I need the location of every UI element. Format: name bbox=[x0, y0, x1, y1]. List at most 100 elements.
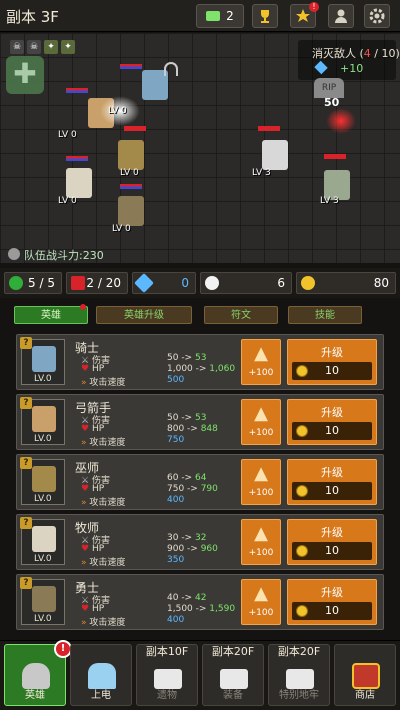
tab-hero-upgrade[interactable]: 英雄升级 bbox=[96, 306, 192, 324]
hero-level: LV.0 bbox=[34, 374, 52, 384]
upgrade-button[interactable]: 升级 10 bbox=[287, 459, 377, 505]
trophy-button[interactable] bbox=[252, 4, 278, 28]
speed-icon: » bbox=[81, 378, 87, 388]
profile-button[interactable] bbox=[328, 4, 354, 28]
gold-coin-icon bbox=[296, 485, 308, 497]
video-icon bbox=[206, 11, 221, 21]
upgrade-button[interactable]: 升级 10 bbox=[287, 399, 377, 445]
speed-stat: » 攻击速度 500 bbox=[81, 375, 231, 388]
upgrade-button[interactable]: 升级 10 bbox=[287, 579, 377, 625]
dpad-control[interactable]: ✚ bbox=[6, 56, 44, 94]
plus-label: +100 bbox=[248, 608, 274, 618]
upgrade-label: 升级 bbox=[321, 466, 343, 479]
hero-sprite bbox=[32, 406, 56, 432]
hp-bar bbox=[66, 88, 88, 93]
wing-buff-icon: ✦ bbox=[44, 40, 58, 54]
add-100-levels-button[interactable]: ▲ +100 bbox=[241, 399, 281, 445]
profile-icon bbox=[335, 9, 347, 23]
hp-bar bbox=[258, 126, 280, 131]
video-ad-button[interactable]: 2 bbox=[196, 4, 244, 28]
nav-shop[interactable]: 商店 bbox=[334, 644, 396, 706]
upgrade-label: 升级 bbox=[321, 586, 343, 599]
hero-portrait[interactable]: ? LV.0 bbox=[20, 517, 65, 565]
heart-icon: ♥ bbox=[81, 604, 90, 614]
unit-level: LV 0 bbox=[112, 224, 131, 234]
tab-heroes[interactable]: 英雄 bbox=[14, 306, 88, 324]
hero-portrait[interactable]: ? LV.0 bbox=[20, 397, 65, 445]
hero-card: ? LV.0 骑士 ⚔ 伤害 50 -> 53 ♥ HP 1,000 -> 1,… bbox=[16, 334, 384, 390]
heart-icon: ♥ bbox=[81, 544, 90, 554]
nav-label: 特别地牢 bbox=[279, 690, 319, 701]
stat-label: HP bbox=[91, 484, 105, 494]
add-100-levels-button[interactable]: ▲ +100 bbox=[241, 519, 281, 565]
speed-stat: » 攻击速度 350 bbox=[81, 555, 231, 568]
hero-portrait[interactable]: ? LV.0 bbox=[20, 577, 65, 625]
nav-label: 遗物 bbox=[157, 690, 177, 701]
stat-value: 30 -> bbox=[167, 533, 195, 543]
stat-next-value: 32 bbox=[194, 533, 207, 543]
hero-level: LV.0 bbox=[34, 434, 52, 444]
nav-label: 上电 bbox=[91, 690, 111, 701]
heart-icon: ♥ bbox=[81, 484, 90, 494]
wing-buff-icon: ✦ bbox=[61, 40, 75, 54]
help-icon[interactable]: ? bbox=[20, 457, 32, 469]
team-orb-icon bbox=[9, 276, 23, 290]
tab-runes[interactable]: 符文 bbox=[204, 306, 278, 324]
stat-value: 50 -> bbox=[167, 413, 195, 423]
help-icon[interactable]: ? bbox=[20, 577, 32, 589]
speed-icon: » bbox=[81, 618, 87, 628]
settings-button[interactable] bbox=[364, 4, 390, 28]
hero-portrait[interactable]: ? LV.0 bbox=[20, 457, 65, 505]
stat-label: HP bbox=[91, 544, 105, 554]
hero-portrait[interactable]: ? LV.0 bbox=[20, 337, 65, 385]
speed-icon: » bbox=[81, 498, 87, 508]
speed-icon: » bbox=[81, 558, 87, 568]
upgrade-label: 升级 bbox=[321, 406, 343, 419]
help-icon[interactable]: ? bbox=[20, 397, 32, 409]
trophy-icon bbox=[261, 10, 269, 23]
stat-label: HP bbox=[91, 604, 105, 614]
hp-stat: ♥ HP 800 -> 848 bbox=[81, 424, 231, 434]
hp-bar bbox=[120, 184, 142, 189]
skull-buff-icon: ☠ bbox=[10, 40, 24, 54]
gem-count: 0 bbox=[132, 272, 196, 294]
stat-value: 350 bbox=[167, 555, 185, 565]
unit-level: LV 0 bbox=[58, 130, 77, 140]
unit-level: LV 0 bbox=[58, 196, 77, 206]
nav-equipment[interactable]: 副本20F 装备 bbox=[202, 644, 264, 706]
stat-label: 攻击速度 bbox=[89, 498, 126, 508]
potion-count: 2 / 20 bbox=[66, 272, 128, 294]
stat-next-value: 1,590 bbox=[209, 604, 236, 614]
tab-skills[interactable]: 技能 bbox=[288, 306, 362, 324]
upgrade-label: 升级 bbox=[321, 526, 343, 539]
gold-coin-icon bbox=[296, 545, 308, 557]
stat-label: HP bbox=[91, 364, 105, 374]
hp-stat: ♥ HP 900 -> 960 bbox=[81, 544, 231, 554]
nav-relics[interactable]: 副本10F 遗物 bbox=[136, 644, 198, 706]
hero-sprite bbox=[32, 466, 56, 492]
add-100-levels-button[interactable]: ▲ +100 bbox=[241, 459, 281, 505]
upgrade-button[interactable]: 升级 10 bbox=[287, 339, 377, 385]
stat-label: 攻击速度 bbox=[89, 378, 126, 388]
hero-card: ? LV.0 牧师 ⚔ 伤害 30 -> 32 ♥ HP 900 -> 960 … bbox=[16, 514, 384, 570]
hero-level: LV.0 bbox=[34, 494, 52, 504]
help-icon[interactable]: ? bbox=[20, 337, 32, 349]
stat-next-value: 53 bbox=[194, 413, 207, 423]
stat-value: 750 bbox=[167, 435, 185, 445]
add-100-levels-button[interactable]: ▲ +100 bbox=[241, 339, 281, 385]
stat-value: 750 -> bbox=[167, 484, 201, 494]
enemy-level: LV 3 bbox=[252, 168, 271, 178]
nav-special-dungeon[interactable]: 副本20F 特别地牢 bbox=[268, 644, 330, 706]
upgrade-button[interactable]: 升级 10 bbox=[287, 519, 377, 565]
up-arrow-icon: ▲ bbox=[254, 583, 268, 604]
hero-level: LV.0 bbox=[34, 614, 52, 624]
stat-value: 500 bbox=[167, 375, 185, 385]
tombstone: RIP bbox=[314, 78, 344, 98]
help-icon[interactable]: ? bbox=[20, 517, 32, 529]
add-100-levels-button[interactable]: ▲ +100 bbox=[241, 579, 281, 625]
nav-power-up[interactable]: 上电 bbox=[70, 644, 132, 706]
nav-label: 商店 bbox=[355, 690, 375, 701]
stat-value: 1,500 -> bbox=[167, 604, 210, 614]
gold-coin-icon bbox=[296, 425, 308, 437]
speed-stat: » 攻击速度 750 bbox=[81, 435, 231, 448]
